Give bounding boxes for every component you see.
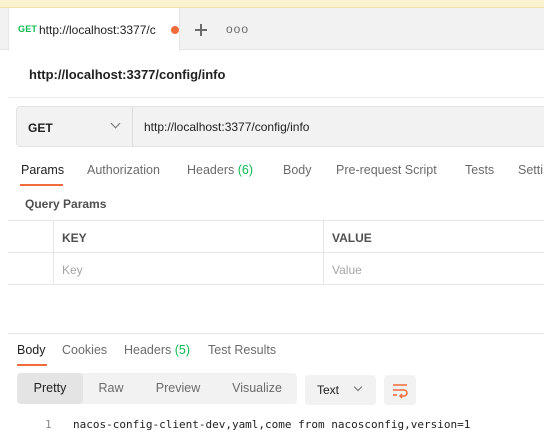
response-tab-headers-label: Headers (124, 343, 172, 357)
response-tabs: Body Cookies Headers (5) Test Results (0, 336, 544, 366)
response-body-text[interactable]: nacos-config-client-dev,yaml,come from n… (73, 418, 470, 431)
table-cell: VALUE (324, 221, 544, 253)
key-placeholder: Key (62, 263, 83, 277)
line-number: 1 (45, 418, 52, 431)
query-params-table: KEY VALUE Key Value (8, 220, 544, 286)
url-bar: GET http://localhost:3377/config/info (16, 106, 544, 147)
table-cell (8, 221, 54, 253)
request-tabs: Params Authorization Headers (6) Body Pr… (0, 157, 544, 187)
response-tab-test-results-label: Test Results (208, 343, 277, 357)
tab-settings[interactable]: Setti (518, 163, 543, 177)
column-value: VALUE (332, 231, 372, 245)
tab-params[interactable]: Params (21, 163, 64, 177)
raw-button[interactable]: Raw (87, 373, 135, 404)
tab-title: http://localhost:3377/c (39, 23, 156, 37)
top-notice-strip (0, 0, 544, 8)
headers-count: (6) (237, 163, 254, 177)
table-cell (8, 253, 54, 285)
tab-settings-label: Setti (518, 163, 544, 177)
tab-tests[interactable]: Tests (465, 163, 494, 177)
response-tab-cookies-label: Cookies (62, 343, 108, 357)
response-tab-body-label: Body (17, 343, 46, 357)
response-code-line: 1 nacos-config-client-dev,yaml,come from… (0, 418, 544, 434)
query-params-title: Query Params (25, 197, 107, 211)
request-tab[interactable]: GET http://localhost:3377/c (8, 8, 180, 51)
method-select[interactable]: GET (17, 107, 133, 146)
tab-headers-label: Headers (187, 163, 235, 177)
wrap-lines-icon (393, 384, 408, 399)
tab-authorization[interactable]: Authorization (87, 163, 160, 177)
column-key: KEY (62, 231, 87, 245)
response-tab-body[interactable]: Body (17, 343, 46, 357)
tab-body[interactable]: Body (283, 163, 312, 177)
table-row: Key Value (8, 253, 544, 285)
tab-method-label: GET (18, 24, 38, 34)
divider (8, 333, 544, 334)
divider (8, 97, 544, 98)
plus-icon[interactable] (190, 19, 212, 41)
unsaved-dot-icon (171, 26, 179, 34)
language-select[interactable]: Text (305, 375, 376, 405)
response-tab-headers[interactable]: Headers (5) (124, 343, 190, 357)
tab-headers[interactable]: Headers (6) (187, 163, 253, 177)
chevron-down-icon (110, 118, 121, 129)
tab-pre-request-label: Pre-request Script (336, 163, 437, 177)
language-label: Text (317, 383, 340, 397)
format-toggle-group: Pretty Raw Preview Visualize (17, 373, 297, 404)
active-tab-indicator (17, 364, 47, 366)
response-tab-cookies[interactable]: Cookies (62, 343, 107, 357)
value-placeholder: Value (332, 263, 362, 277)
preview-button[interactable]: Preview (143, 373, 213, 404)
response-headers-count: (5) (174, 343, 191, 357)
ellipsis-icon[interactable]: ooo (226, 19, 248, 41)
tab-authorization-label: Authorization (87, 163, 160, 177)
chevron-down-icon (353, 382, 363, 392)
request-title[interactable]: http://localhost:3377/config/info (29, 67, 225, 82)
response-tab-test-results[interactable]: Test Results (208, 343, 276, 357)
table-cell: KEY (54, 221, 324, 253)
pretty-button[interactable]: Pretty (17, 373, 83, 404)
tab-tests-label: Tests (465, 163, 495, 177)
table-header-row: KEY VALUE (8, 221, 544, 253)
tab-pre-request-script[interactable]: Pre-request Script (336, 163, 437, 177)
method-label: GET (28, 121, 53, 135)
visualize-button[interactable]: Visualize (221, 373, 293, 404)
key-input[interactable]: Key (54, 253, 324, 285)
request-tab-bar: GET http://localhost:3377/c ooo (0, 8, 544, 51)
tab-params-label: Params (21, 163, 65, 177)
active-tab-indicator (20, 184, 63, 186)
url-input[interactable]: http://localhost:3377/config/info (144, 120, 309, 134)
tab-body-label: Body (283, 163, 312, 177)
value-input[interactable]: Value (324, 253, 544, 285)
wrap-lines-button[interactable] (384, 375, 416, 405)
